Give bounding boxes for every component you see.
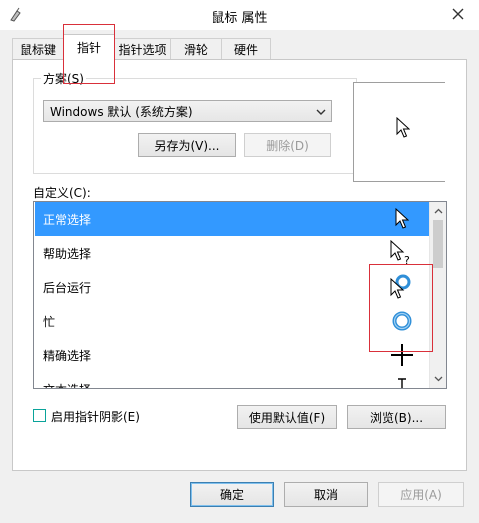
cancel-label: 取消 [313, 488, 338, 502]
use-default-label: 使用默认值(F) [248, 410, 326, 425]
title-bar: 鼠标 属性 [0, 0, 479, 30]
cursor-list[interactable]: 正常选择 帮助选择 ? 后台运行 忙 精确选择 [33, 201, 447, 389]
list-item[interactable]: 文本选择 [35, 372, 431, 389]
ok-button[interactable]: 确定 [190, 482, 274, 507]
scheme-label: 方案(S) [41, 70, 86, 87]
chevron-down-icon [434, 376, 442, 382]
list-item-label: 后台运行 [43, 280, 92, 295]
arrow-cursor-icon [388, 202, 416, 236]
close-icon [452, 8, 464, 20]
list-item-label: 精确选择 [43, 348, 92, 363]
tab-hardware[interactable]: 硬件 [221, 38, 271, 59]
list-item-label: 正常选择 [43, 212, 92, 227]
list-item[interactable]: 忙 [35, 304, 431, 338]
save-as-label: 另存为(V)... [154, 138, 220, 153]
tab-label: 滑轮 [183, 42, 208, 57]
list-item[interactable]: 帮助选择 [35, 236, 431, 270]
list-item-label: 帮助选择 [43, 246, 92, 261]
pointer-shadow-label: 启用指针阴影(E) [51, 410, 140, 424]
list-item-label: 文本选择 [43, 381, 91, 389]
use-default-button[interactable]: 使用默认值(F) [237, 405, 337, 429]
apply-button[interactable]: 应用(A) [378, 482, 464, 507]
scheme-selected-value: Windows 默认 (系统方案) [50, 104, 193, 119]
scheme-group: Windows 默认 (系统方案) 另存为(V)... 删除(D) [33, 78, 357, 174]
text-ibeam-cursor-icon [388, 372, 416, 388]
cursor-preview [353, 82, 445, 182]
arrow-cursor-icon [396, 117, 410, 138]
scheme-dropdown[interactable]: Windows 默认 (系统方案) [43, 100, 332, 122]
tab-label: 鼠标键 [19, 42, 56, 57]
window-title: 鼠标 属性 [211, 11, 268, 26]
working-in-background-cursor-icon [388, 270, 416, 304]
dialog-client-area: 鼠标键 指针 指针选项 滑轮 硬件 Windows 默认 (系统方案) 另存为(… [0, 24, 479, 523]
browse-label: 浏览(B)... [369, 410, 424, 425]
close-button[interactable] [445, 4, 471, 24]
apply-label: 应用(A) [400, 488, 442, 502]
scroll-down-button[interactable] [430, 371, 446, 387]
list-item[interactable]: 精确选择 [35, 338, 431, 372]
chevron-up-icon [434, 208, 442, 214]
tab-pointers[interactable]: 指针 [63, 34, 115, 60]
browse-button[interactable]: 浏览(B)... [347, 405, 446, 429]
tab-wheel[interactable]: 滑轮 [170, 38, 222, 59]
list-item[interactable]: 后台运行 [35, 270, 431, 304]
pointers-panel: Windows 默认 (系统方案) 另存为(V)... 删除(D) 方案(S) … [12, 59, 467, 471]
cancel-button[interactable]: 取消 [284, 482, 368, 507]
list-scrollbar[interactable] [429, 202, 446, 388]
tab-label: 硬件 [233, 42, 258, 57]
list-item-label: 忙 [43, 314, 56, 329]
tab-buttons[interactable]: 鼠标键 [12, 38, 64, 59]
scrollbar-thumb[interactable] [433, 220, 443, 268]
svg-text:?: ? [404, 254, 410, 266]
tab-label: 指针 [76, 41, 101, 55]
scroll-up-button[interactable] [430, 203, 446, 219]
delete-label: 删除(D) [266, 138, 309, 153]
chevron-down-icon [316, 109, 326, 115]
save-as-button[interactable]: 另存为(V)... [138, 133, 236, 157]
tab-pointer-options[interactable]: 指针选项 [114, 38, 171, 59]
delete-button[interactable]: 删除(D) [244, 133, 331, 157]
ok-label: 确定 [219, 488, 244, 502]
customize-label: 自定义(C): [33, 186, 91, 200]
tab-label: 指针选项 [118, 42, 167, 57]
pointer-shadow-checkbox[interactable] [33, 409, 46, 422]
help-cursor-icon: ? [388, 236, 416, 270]
precision-crosshair-cursor-icon [388, 338, 416, 372]
list-item[interactable]: 正常选择 [35, 202, 431, 236]
busy-cursor-icon [388, 304, 416, 338]
